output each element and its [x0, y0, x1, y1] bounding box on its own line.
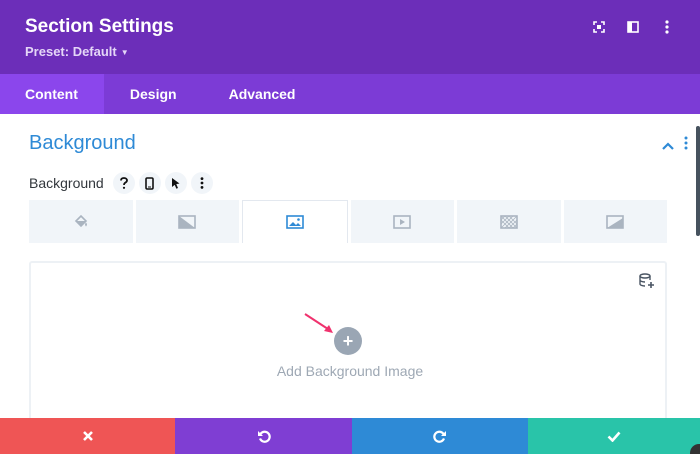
content-scrollbar[interactable]: [696, 126, 700, 236]
sidebar-layout-icon[interactable]: [616, 16, 650, 38]
tab-content[interactable]: Content: [0, 74, 104, 114]
modal-title: Section Settings: [25, 16, 174, 37]
pointer-arrow-icon: [304, 313, 333, 333]
undo-icon: [257, 430, 271, 443]
preset-label: Preset: Default: [25, 44, 117, 59]
modal-footer: [0, 418, 700, 454]
preset-dropdown[interactable]: Preset: Default ▼: [25, 44, 129, 59]
tab-advanced[interactable]: Advanced: [203, 74, 296, 114]
save-button[interactable]: [528, 418, 700, 454]
background-image-upload[interactable]: + Add Background Image: [29, 261, 667, 431]
background-type-tabs: [29, 200, 667, 243]
fullscreen-icon[interactable]: [582, 16, 616, 38]
mobile-icon[interactable]: [138, 172, 161, 194]
caret-down-icon: ▼: [120, 47, 129, 57]
undo-button[interactable]: [175, 418, 352, 454]
background-field-row: Background: [29, 172, 213, 194]
mask-icon[interactable]: [563, 200, 667, 243]
pattern-icon[interactable]: [457, 200, 561, 243]
image-icon[interactable]: [242, 200, 348, 243]
collapse-chevron-icon[interactable]: [662, 137, 674, 155]
dynamic-content-icon[interactable]: [639, 273, 655, 294]
cancel-button[interactable]: [0, 418, 175, 454]
add-background-image-label[interactable]: Add Background Image: [31, 363, 669, 379]
help-icon[interactable]: [112, 172, 135, 194]
settings-content: Background Background + Add Background I…: [0, 114, 700, 431]
more-vertical-icon[interactable]: [190, 172, 213, 194]
video-icon[interactable]: [350, 200, 454, 243]
group-controls: [662, 136, 688, 155]
redo-icon: [433, 430, 446, 443]
add-image-button[interactable]: +: [334, 327, 362, 355]
group-title[interactable]: Background: [29, 132, 136, 155]
section-settings-modal: Section Settings Preset: Default ▼ Conte…: [0, 0, 700, 454]
color-fill-icon[interactable]: [29, 200, 133, 243]
more-vertical-icon[interactable]: [650, 16, 684, 38]
corner-indicator: [690, 444, 700, 454]
tab-design[interactable]: Design: [104, 74, 203, 114]
cursor-hover-icon[interactable]: [164, 172, 187, 194]
cancel-icon: [82, 431, 93, 441]
settings-tabs: Content Design Advanced: [0, 74, 700, 114]
group-more-icon[interactable]: [684, 136, 688, 155]
modal-header: Section Settings Preset: Default ▼: [0, 0, 700, 74]
save-check-icon: [607, 431, 621, 442]
header-actions: [582, 16, 684, 38]
redo-button[interactable]: [352, 418, 528, 454]
background-field-label: Background: [29, 175, 104, 191]
gradient-icon[interactable]: [135, 200, 239, 243]
